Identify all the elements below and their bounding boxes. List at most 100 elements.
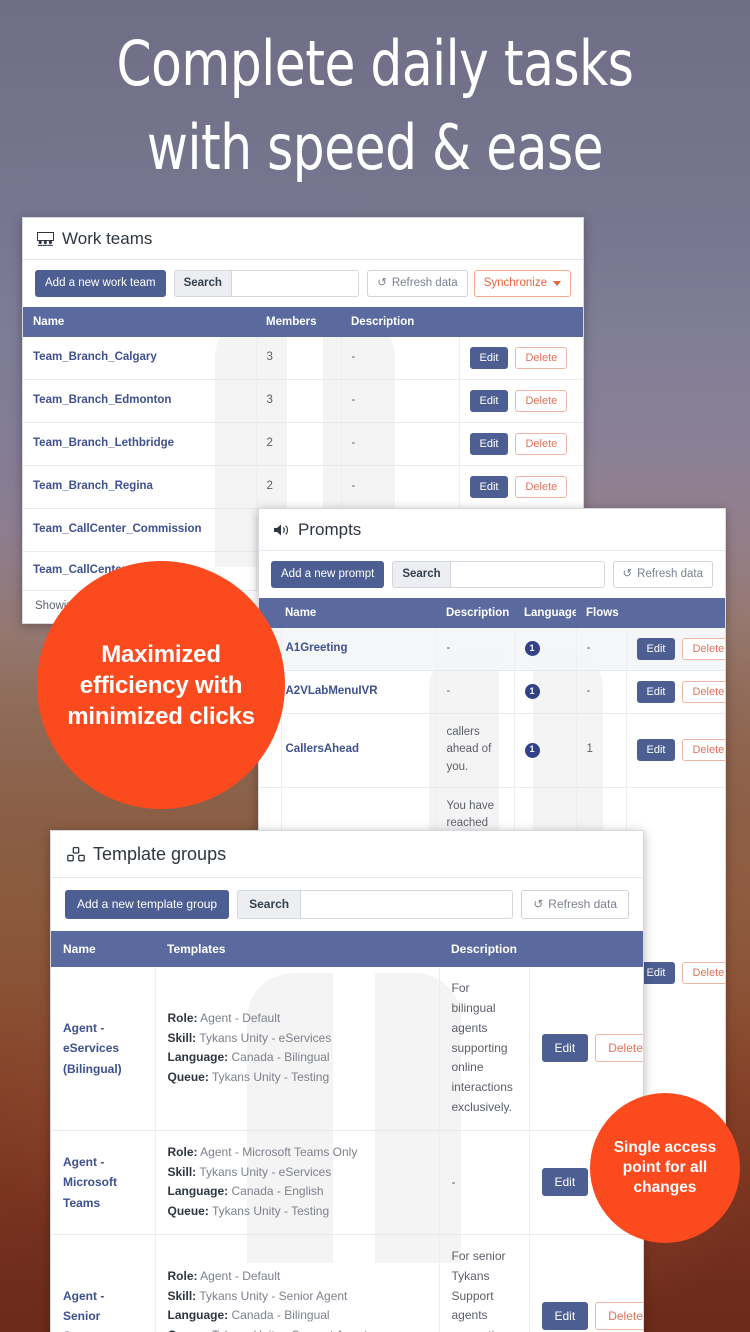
delete-button[interactable]: Delete [515, 475, 568, 498]
table-row: A1Greeting - 1 - Edit Delete [259, 627, 725, 671]
edit-button[interactable]: Edit [541, 1168, 589, 1197]
cell-flows: - [576, 670, 627, 714]
cell-name[interactable]: Team_CallCenter_Commission [23, 508, 257, 552]
template-groups-search-group: Search [237, 890, 514, 920]
users-group-icon [37, 232, 54, 246]
refresh-icon: ↺ [622, 568, 633, 580]
edit-button[interactable]: Edit [636, 637, 676, 660]
table-row: A2VLabMenuIVR - 1 - Edit Delete [259, 670, 725, 714]
template-line: Queue: Tykans Unity - Support Agent [168, 1326, 427, 1332]
table-row: Agent - eServices (Bilingual) Role: Agen… [51, 967, 643, 1131]
cell-description: - [341, 379, 460, 423]
work-teams-synchronize-button[interactable]: Synchronize [473, 270, 571, 297]
edit-button[interactable]: Edit [469, 389, 509, 412]
table-row: Agent - Microsoft Teams Role: Agent - Mi… [51, 1130, 643, 1235]
column-header-actions [626, 597, 725, 628]
column-header-languages[interactable]: Languages [514, 597, 585, 628]
delete-button[interactable]: Delete [515, 389, 568, 412]
badge-maximized-efficiency: Maximized efficiency with minimized clic… [37, 561, 285, 809]
template-line: Language: Canada - Bilingual [167, 1308, 330, 1323]
column-header-name[interactable]: Name [281, 597, 436, 628]
cell-actions: Edit Delete [459, 336, 583, 380]
edit-button[interactable]: Edit [469, 475, 509, 498]
template-groups-table-wrap: Name Templates Description Agent - eServ… [51, 931, 643, 1332]
template-groups-search-input[interactable] [300, 890, 514, 920]
work-teams-search-input[interactable] [230, 270, 360, 297]
column-header-flows[interactable]: Flows [576, 597, 626, 628]
template-groups-card: Template groups Add a new template group… [50, 830, 644, 1332]
cell-name[interactable]: Team_Branch_Regina [23, 465, 257, 509]
hero-heading: Complete daily tasks with speed & ease [0, 22, 750, 190]
cell-actions: Edit Delete [459, 422, 583, 466]
template-line: Role: Agent - Default [167, 1268, 281, 1283]
edit-button[interactable]: Edit [469, 346, 509, 369]
template-groups-header-row: Name Templates Description [51, 931, 643, 968]
cell-name[interactable]: A1Greeting [281, 627, 437, 671]
column-header-description[interactable]: Description [341, 306, 459, 337]
cell-name[interactable]: Team_Branch_Lethbridge [23, 422, 257, 466]
prompts-refresh-button[interactable]: ↺ Refresh data [612, 561, 713, 588]
delete-button[interactable]: Delete [595, 1034, 643, 1063]
cell-templates: Role: Agent - Default Skill: Tykans Unit… [155, 967, 440, 1131]
cell-flows: 1 [576, 713, 627, 789]
template-line: Skill: Tykans Unity - eServices [167, 1030, 332, 1045]
add-template-group-button[interactable]: Add a new template group [65, 890, 230, 920]
hero-line-2: with speed & ease [146, 111, 604, 184]
work-teams-search-label: Search [173, 270, 231, 297]
cell-description: - [436, 670, 515, 714]
cell-description: - [341, 465, 460, 509]
template-groups-search-label: Search [237, 890, 301, 920]
cell-name[interactable]: Agent - eServices (Bilingual) [51, 967, 156, 1131]
edit-button[interactable]: Edit [469, 432, 509, 455]
table-row: Team_Branch_Regina 2 - Edit Delete [23, 465, 583, 509]
work-teams-refresh-button[interactable]: ↺ Refresh data [367, 270, 468, 297]
template-line: Skill: Tykans Unity - eServices [167, 1164, 332, 1179]
prompts-search-group: Search [392, 561, 605, 588]
delete-button[interactable]: Delete [682, 739, 725, 762]
cell-actions: Edit Delete [529, 1234, 643, 1332]
column-header-name[interactable]: Name [23, 306, 256, 337]
cell-members: 3 [256, 336, 342, 380]
edit-button[interactable]: Edit [636, 739, 676, 762]
cell-name[interactable]: A2VLabMenuIVR [281, 670, 437, 714]
delete-button[interactable]: Delete [682, 680, 725, 703]
edit-button[interactable]: Edit [541, 1034, 589, 1063]
add-prompt-button[interactable]: Add a new prompt [271, 561, 385, 588]
delete-button[interactable]: Delete [595, 1302, 643, 1331]
badge-single-access-point: Single access point for all changes [590, 1093, 740, 1243]
cell-name[interactable]: Team_Branch_Calgary [23, 336, 257, 380]
cell-actions: Edit Delete [459, 379, 583, 423]
delete-button[interactable]: Delete [515, 346, 568, 369]
table-row: Team_Branch_Calgary 3 - Edit Delete [23, 336, 583, 380]
template-line: Role: Agent - Default [167, 1010, 281, 1025]
column-header-description[interactable]: Description [436, 597, 514, 628]
column-header-description[interactable]: Description [439, 931, 529, 968]
add-work-team-button[interactable]: Add a new work team [35, 270, 166, 297]
prompts-search-input[interactable] [449, 561, 605, 588]
cell-flows: - [576, 627, 627, 671]
delete-button[interactable]: Delete [682, 637, 725, 660]
cell-languages: 1 [514, 627, 577, 671]
delete-button[interactable]: Delete [682, 962, 725, 985]
template-groups-title-bar: Template groups [51, 831, 643, 878]
template-groups-refresh-button[interactable]: ↺ Refresh data [521, 890, 629, 920]
edit-button[interactable]: Edit [636, 680, 676, 703]
column-header-actions [529, 931, 643, 968]
template-groups-table-body: Agent - eServices (Bilingual) Role: Agen… [51, 967, 643, 1332]
template-groups-table: Name Templates Description Agent - eServ… [51, 931, 643, 1332]
cell-actions: Edit Delete [626, 670, 725, 714]
cell-name[interactable]: CallersAhead [281, 713, 437, 789]
table-row: CallersAhead callers ahead of you. 1 1 E… [259, 713, 725, 789]
delete-button[interactable]: Delete [515, 432, 568, 455]
column-header-name[interactable]: Name [51, 931, 155, 968]
cell-members: 3 [256, 379, 342, 423]
cell-name[interactable]: Agent - Microsoft Teams [51, 1130, 156, 1235]
cell-name[interactable]: Team_Branch_Edmonton [23, 379, 257, 423]
edit-button[interactable]: Edit [541, 1302, 589, 1331]
column-header-members[interactable]: Members [256, 306, 341, 337]
cell-description: - [439, 1130, 530, 1235]
cell-members: 2 [256, 422, 342, 466]
cell-actions: Edit Delete [626, 627, 725, 671]
cell-name[interactable]: Agent - Senior Support [51, 1234, 156, 1332]
column-header-templates[interactable]: Templates [155, 931, 439, 968]
